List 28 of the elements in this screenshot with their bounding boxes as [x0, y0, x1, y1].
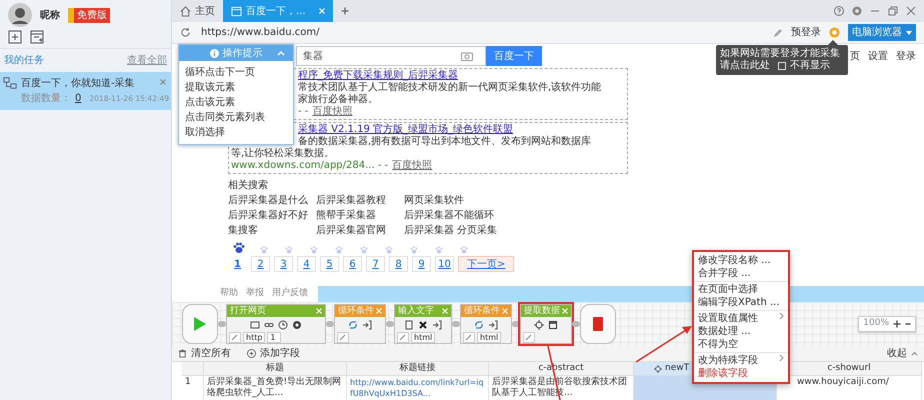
count-label: 数据数量：: [21, 92, 71, 106]
result-url: - -: [298, 106, 308, 118]
step-title: 输入文字: [398, 305, 434, 317]
result-snippet: 等,让你轻松采集数据。: [231, 148, 336, 160]
result-snippet: 常技术团队基于人工智能技术研发的新一代网页采集软件,该软件功能: [298, 82, 602, 94]
parameter-slot: 1: [267, 332, 282, 343]
column-label: newT: [665, 362, 690, 375]
row-number: 1: [182, 376, 204, 400]
zoom-level: 100%: [863, 317, 889, 330]
tip-message: 如果网站需要登录才能采集: [720, 48, 841, 60]
result-snippet: 备的数据采集器,拥有数据可导出到本地文件、发布到网站和数据库: [298, 136, 592, 148]
parameter-slot: http: [243, 332, 266, 343]
result-url: www.xdowns.com/app/284... - -: [231, 160, 388, 172]
parameter-slot: html: [477, 332, 502, 343]
table-cell: http://www.baidu.com/link?url=iqfU8hVqUxH1D3SA...: [347, 376, 489, 400]
section-title: 我的任务: [4, 54, 44, 68]
parameter-slot: html: [411, 332, 436, 343]
related-title: 相关搜索: [228, 178, 269, 193]
step-title: 提取数据: [524, 305, 560, 317]
table-cell: 后羿采集器_首免费!导出无限制网络爬虫软件_人工...: [204, 376, 347, 400]
result-snippet: 家旅行必备神器。: [298, 94, 379, 106]
task-title: 百度一下，你就知道-采集: [21, 76, 135, 91]
version-badge: 免费版: [68, 8, 110, 22]
step-title: 循环条件: [464, 305, 500, 317]
step-title: 循环条件: [338, 305, 374, 317]
user-name: 昵称: [40, 8, 60, 22]
panel-title: 操作提示: [222, 46, 262, 60]
step-title: 打开网页: [230, 305, 266, 317]
